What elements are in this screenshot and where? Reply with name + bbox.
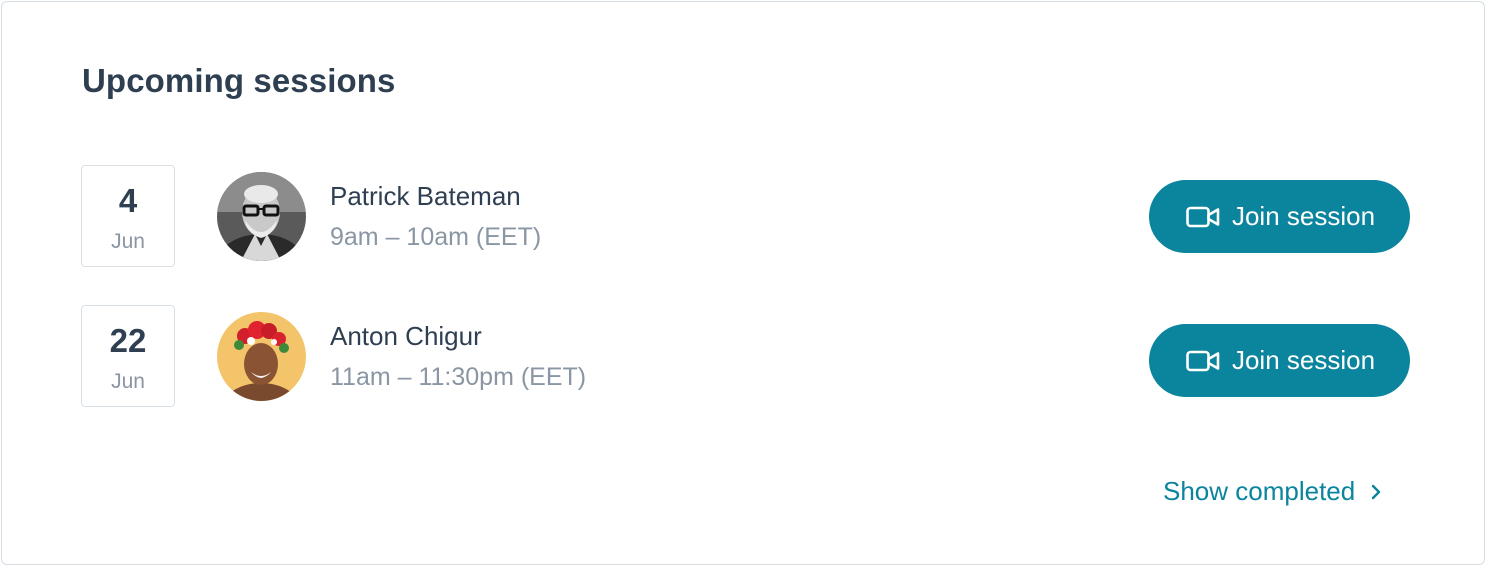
session-row: 4 Jun Patrick Bateman 9am – 10am (EET) J… (81, 165, 1411, 269)
session-time: 9am – 10am (EET) (330, 223, 542, 251)
chevron-right-icon (1372, 484, 1381, 499)
join-session-label: Join session (1231, 345, 1376, 375)
video-camera-icon (1186, 350, 1220, 371)
session-time: 11am – 11:30pm (EET) (330, 363, 587, 391)
date-badge: 4 Jun (81, 165, 175, 267)
session-host-name: Anton Chigur (330, 321, 482, 351)
show-completed-label: Show completed (1163, 476, 1356, 506)
session-host-name: Patrick Bateman (330, 181, 521, 211)
session-row: 22 Jun Anton Chigur 11am – 11:30pm (EET) (81, 305, 1411, 409)
date-month: Jun (111, 370, 145, 393)
date-badge: 22 Jun (81, 305, 175, 407)
join-session-label: Join session (1231, 201, 1376, 231)
card-title: Upcoming sessions (82, 62, 396, 99)
date-day: 22 (109, 322, 147, 359)
join-session-button[interactable]: Join session (1149, 180, 1410, 253)
avatar (217, 312, 306, 401)
date-day: 4 (118, 182, 138, 219)
avatar-photo-icon (217, 172, 306, 261)
show-completed-link[interactable]: Show completed (1163, 476, 1383, 507)
avatar-photo-icon (217, 312, 306, 401)
date-month: Jun (111, 230, 145, 253)
join-session-button[interactable]: Join session (1149, 324, 1410, 397)
upcoming-sessions-card: Upcoming sessions 4 Jun Patrick Bateman … (1, 1, 1485, 565)
avatar (217, 172, 306, 261)
video-camera-icon (1186, 206, 1220, 227)
